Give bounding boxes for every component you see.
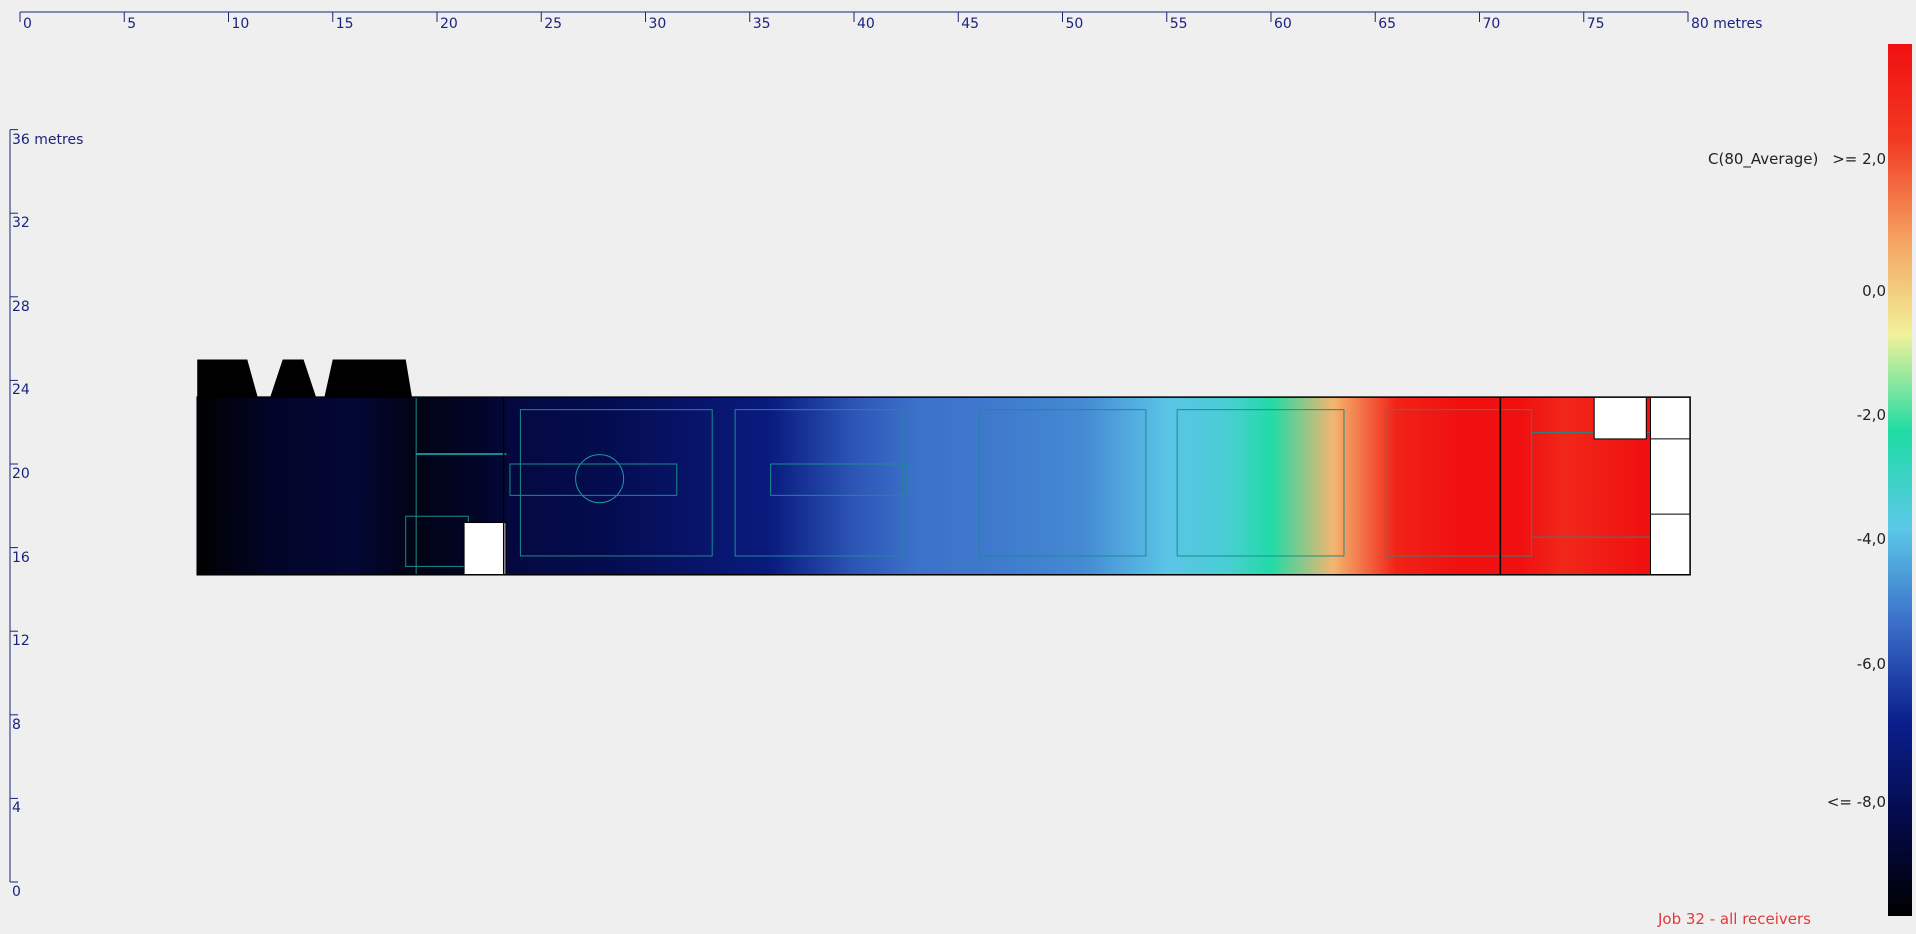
- color-scale-bar: [1888, 44, 1912, 916]
- x-tick-label: 0: [23, 16, 32, 32]
- x-tick-label: 10: [231, 16, 250, 32]
- x-tick-label: 20: [440, 16, 458, 32]
- scale-label-max: >= 2,0: [1832, 150, 1886, 168]
- room-outline: [415, 453, 507, 456]
- y-tick-label: 28: [12, 298, 30, 315]
- scale-label-minus-4: -4,0: [1856, 530, 1886, 548]
- heat-field: [197, 397, 1678, 575]
- x-tick-label: 70: [1482, 16, 1501, 32]
- x-tick-label: 60: [1274, 16, 1292, 32]
- scale-label-0: 0,0: [1862, 282, 1886, 300]
- heatmap-view: C(80_Average) >= 2,0 0,0 -2,0 -4,0 -6,0 …: [0, 0, 1916, 934]
- x-tick-label: 50: [1065, 16, 1084, 32]
- job-label: Job 32 - all receivers: [1657, 910, 1811, 928]
- y-tick-label: 16: [12, 549, 30, 566]
- x-tick-label: 80 metres: [1691, 16, 1763, 32]
- x-tick-label: 35: [752, 16, 771, 32]
- y-tick-label: 36 metres: [12, 131, 84, 148]
- scale-label-minus-6: -6,0: [1856, 655, 1886, 673]
- y-tick-label: 12: [12, 633, 30, 650]
- x-tick-label: 5: [127, 16, 137, 32]
- roof-block: [197, 359, 412, 398]
- y-tick-label: 32: [12, 215, 30, 232]
- parameter-label: C(80_Average): [1708, 150, 1819, 168]
- x-tick-label: 30: [648, 16, 667, 32]
- y-tick-label: 8: [12, 716, 21, 733]
- y-tick-label: 24: [12, 382, 30, 399]
- void-right-end: [1649, 396, 1691, 576]
- void-left: [463, 522, 507, 576]
- y-tick-label: 4: [12, 800, 21, 817]
- x-tick-label: 40: [857, 16, 875, 32]
- x-tick-label: 25: [544, 16, 563, 32]
- y-tick-label: 0: [12, 884, 21, 900]
- x-tick-label: 15: [335, 16, 354, 32]
- x-tick-label: 65: [1378, 16, 1397, 32]
- plan-heatmap: [9, 11, 1691, 883]
- void-right-top: [1593, 396, 1647, 440]
- scale-label-min: <= -8,0: [1826, 793, 1886, 811]
- scale-label-minus-2: -2,0: [1856, 406, 1886, 424]
- y-tick-label: 20: [12, 466, 30, 482]
- x-tick-label: 55: [1169, 16, 1188, 32]
- x-tick-label: 45: [961, 16, 980, 32]
- x-tick-label: 75: [1586, 16, 1605, 32]
